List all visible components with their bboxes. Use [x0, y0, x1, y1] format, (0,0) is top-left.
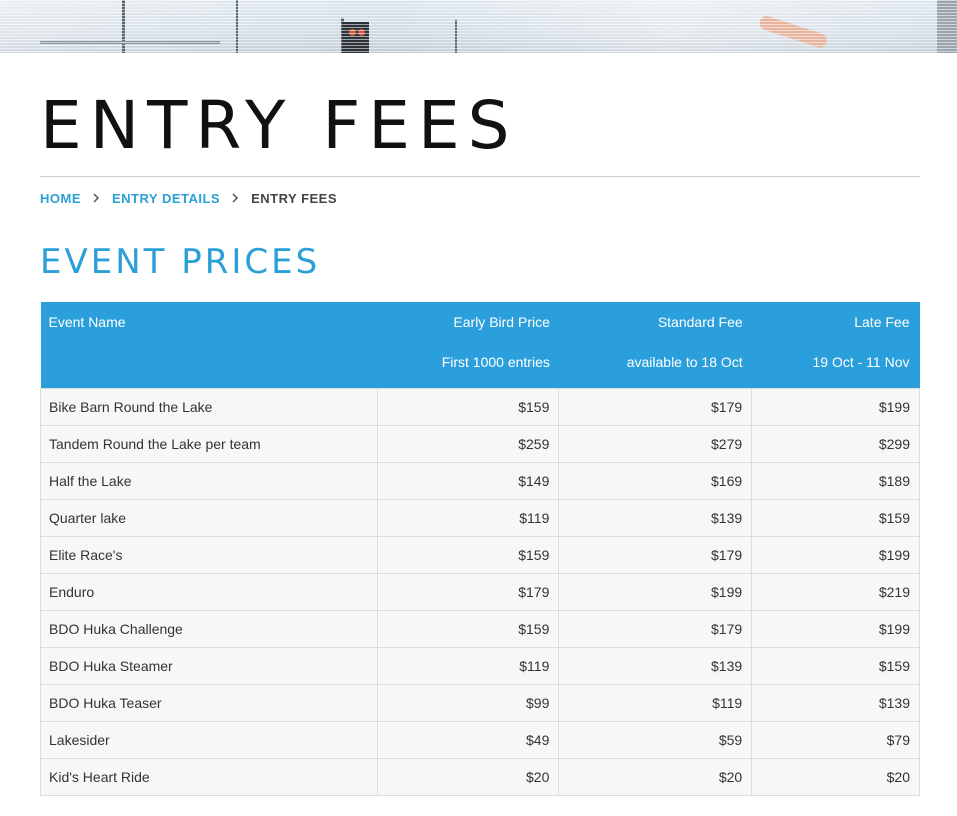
- event-name-cell: Elite Race's: [40, 535, 378, 574]
- standard-fee-cell: $279: [558, 424, 753, 463]
- column-header-sublabel: 19 Oct - 11 Nov: [812, 354, 910, 370]
- entry-fees-table: Event Name Early Bird Price First 1000 e…: [40, 302, 920, 796]
- standard-fee-cell: $179: [558, 387, 753, 426]
- standard-fee-cell: $199: [558, 572, 753, 611]
- event-name-cell: Bike Barn Round the Lake: [40, 387, 378, 426]
- breadcrumb-current: ENTRY FEES: [251, 190, 338, 206]
- standard-fee-cell: $139: [558, 646, 753, 685]
- late-fee-cell: $199: [751, 609, 920, 648]
- hero-banner-image: [0, 0, 957, 53]
- breadcrumb-home-link[interactable]: HOME: [40, 191, 81, 206]
- title-divider: [40, 176, 920, 177]
- event-name-cell: Half the Lake: [40, 461, 378, 500]
- late-fee-cell: $299: [751, 424, 920, 463]
- late-fee-cell: $159: [751, 498, 920, 537]
- chevron-right-icon: [93, 193, 100, 203]
- column-header-late-fee: Late Fee 19 Oct - 11 Nov: [751, 302, 920, 388]
- column-header-early-bird: Early Bird Price First 1000 entries: [377, 302, 559, 388]
- standard-fee-cell: $179: [558, 609, 753, 648]
- table-row: Half the Lake $149 $169 $189: [40, 461, 920, 500]
- event-name-cell: Quarter lake: [40, 498, 378, 537]
- late-fee-cell: $199: [751, 535, 920, 574]
- early-bird-price-cell: $259: [376, 424, 560, 463]
- table-header-row: Event Name Early Bird Price First 1000 e…: [40, 302, 920, 388]
- early-bird-price-cell: $49: [376, 720, 560, 759]
- late-fee-cell: $20: [751, 757, 920, 796]
- table-row: Kid's Heart Ride $20 $20 $20: [40, 757, 920, 796]
- section-title: EVENT PRICES: [40, 242, 321, 282]
- column-header-event-name: Event Name: [40, 302, 378, 388]
- standard-fee-cell: $139: [558, 498, 753, 537]
- early-bird-price-cell: $159: [376, 387, 560, 426]
- breadcrumb-entry-details-link[interactable]: ENTRY DETAILS: [112, 191, 220, 206]
- column-header-label: Standard Fee: [657, 314, 743, 330]
- event-name-cell: Kid's Heart Ride: [40, 757, 378, 796]
- late-fee-cell: $189: [751, 461, 920, 500]
- table-row: Quarter lake $119 $139 $159: [40, 498, 920, 537]
- table-row: Elite Race's $159 $179 $199: [40, 535, 920, 574]
- event-name-cell: Enduro: [40, 572, 378, 611]
- early-bird-price-cell: $119: [376, 646, 560, 685]
- chevron-right-icon: [232, 193, 239, 203]
- column-header-standard-fee: Standard Fee available to 18 Oct: [558, 302, 752, 388]
- late-fee-cell: $139: [751, 683, 920, 722]
- early-bird-price-cell: $159: [376, 609, 560, 648]
- event-name-cell: BDO Huka Teaser: [40, 683, 378, 722]
- late-fee-cell: $159: [751, 646, 920, 685]
- early-bird-price-cell: $99: [376, 683, 560, 722]
- event-name-cell: BDO Huka Challenge: [40, 609, 378, 648]
- banner-stripes: [0, 0, 957, 53]
- late-fee-cell: $79: [751, 720, 920, 759]
- event-name-cell: Tandem Round the Lake per team: [40, 424, 378, 463]
- page-title: ENTRY FEES: [40, 87, 518, 164]
- standard-fee-cell: $119: [558, 683, 753, 722]
- standard-fee-cell: $20: [558, 757, 753, 796]
- table-row: Tandem Round the Lake per team $259 $279…: [40, 424, 920, 463]
- event-name-cell: BDO Huka Steamer: [40, 646, 378, 685]
- column-header-label: Early Bird Price: [453, 314, 550, 330]
- early-bird-price-cell: $159: [376, 535, 560, 574]
- standard-fee-cell: $169: [558, 461, 753, 500]
- early-bird-price-cell: $119: [376, 498, 560, 537]
- standard-fee-cell: $59: [558, 720, 753, 759]
- table-row: Bike Barn Round the Lake $159 $179 $199: [40, 387, 920, 426]
- column-header-label: Late Fee: [854, 314, 910, 330]
- table-row: Lakesider $49 $59 $79: [40, 720, 920, 759]
- standard-fee-cell: $179: [558, 535, 753, 574]
- breadcrumb: HOME ENTRY DETAILS ENTRY FEES: [40, 190, 337, 206]
- column-header-sublabel: First 1000 entries: [441, 354, 550, 370]
- column-header-sublabel: available to 18 Oct: [626, 354, 743, 370]
- late-fee-cell: $219: [751, 572, 920, 611]
- table-row: BDO Huka Steamer $119 $139 $159: [40, 646, 920, 685]
- column-header-label: Event Name: [48, 314, 126, 330]
- early-bird-price-cell: $179: [376, 572, 560, 611]
- early-bird-price-cell: $20: [376, 757, 560, 796]
- table-row: Enduro $179 $199 $219: [40, 572, 920, 611]
- late-fee-cell: $199: [751, 387, 920, 426]
- early-bird-price-cell: $149: [376, 461, 560, 500]
- event-name-cell: Lakesider: [40, 720, 378, 759]
- table-row: BDO Huka Challenge $159 $179 $199: [40, 609, 920, 648]
- table-row: BDO Huka Teaser $99 $119 $139: [40, 683, 920, 722]
